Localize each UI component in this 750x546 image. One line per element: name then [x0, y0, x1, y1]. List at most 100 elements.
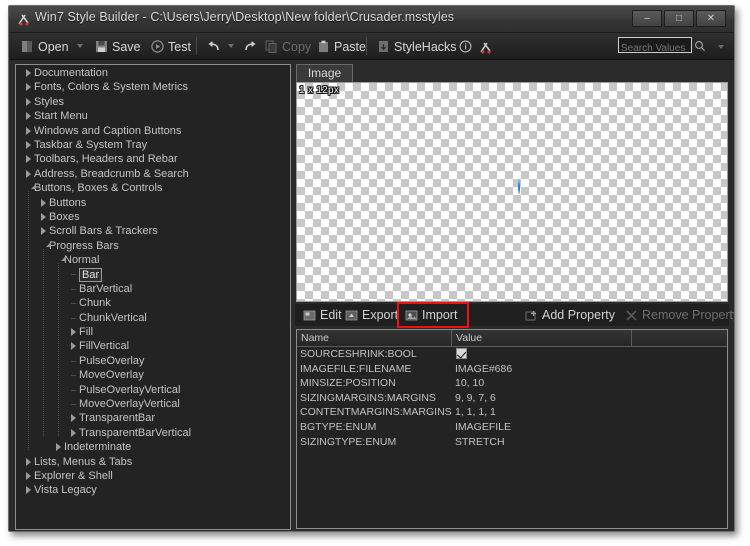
property-row[interactable]: IMAGEFILE:FILENAME IMAGE#686 — [297, 362, 727, 377]
tree-item-start-menu[interactable]: Start Menu — [16, 109, 290, 123]
chevron-down-icon[interactable] — [41, 241, 51, 247]
preview-tab-strip: Image — [295, 64, 729, 82]
minimize-button[interactable]: – — [632, 10, 662, 27]
chevron-right-icon[interactable] — [26, 486, 31, 495]
tree-item-label: TransparentBarVertical — [79, 426, 192, 439]
remove-property-button[interactable]: Remove Property — [625, 306, 734, 324]
chevron-right-icon[interactable] — [26, 126, 31, 135]
property-grid[interactable]: Name Value SOURCESHRINK:BOOL IMAGEFILE:FIL… — [296, 329, 728, 529]
search-input[interactable] — [619, 41, 691, 56]
redo-arrow-icon — [243, 40, 256, 53]
property-value[interactable]: 10, 10 — [455, 376, 484, 391]
chevron-right-icon[interactable] — [26, 69, 31, 77]
chevron-right-icon[interactable] — [41, 198, 46, 207]
undo-dropdown-caret[interactable] — [228, 44, 234, 48]
chevron-down-icon[interactable] — [56, 256, 66, 262]
tree-item-indeterminate[interactable]: Indeterminate — [16, 440, 290, 454]
tree-item-toolbars-headers-and-rebar[interactable]: Toolbars, Headers and Rebar — [16, 152, 290, 166]
tree-item-progress-bars[interactable]: Progress Bars — [16, 239, 290, 253]
chevron-right-icon[interactable] — [26, 140, 31, 149]
redo-button[interactable] — [241, 36, 258, 57]
chevron-right-icon[interactable] — [41, 227, 46, 236]
tree-item-address-breadcrumb-search[interactable]: Address, Breadcrumb & Search — [16, 167, 290, 181]
property-value[interactable]: 9, 9, 7, 6 — [455, 391, 496, 406]
chevron-right-icon[interactable] — [26, 112, 31, 121]
property-row[interactable]: BGTYPE:ENUM IMAGEFILE — [297, 420, 727, 435]
builder-tools-button[interactable] — [477, 36, 494, 57]
tree-item-scroll-bars-trackers[interactable]: Scroll Bars & Trackers — [16, 224, 290, 238]
search-values-box[interactable] — [618, 37, 692, 56]
property-row[interactable]: SOURCESHRINK:BOOL — [297, 347, 727, 362]
property-column-header[interactable]: Value — [452, 330, 482, 346]
stylehacks-icon — [377, 40, 390, 53]
add-property-button[interactable]: Add Property — [525, 306, 615, 324]
tree-item-styles[interactable]: Styles — [16, 95, 290, 109]
undo-button[interactable] — [205, 36, 222, 57]
image-preview-canvas[interactable]: 1 x 12px — [296, 82, 728, 302]
chevron-right-icon[interactable] — [71, 428, 76, 437]
search-dropdown-caret[interactable] — [718, 45, 724, 49]
copy-button[interactable]: Copy — [263, 36, 313, 57]
info-button[interactable] — [457, 36, 474, 57]
tree-leaf-dash — [71, 403, 76, 405]
property-row[interactable]: SIZINGTYPE:ENUM STRETCH — [297, 435, 727, 450]
open-dropdown-caret[interactable] — [77, 44, 83, 48]
property-column-divider[interactable] — [631, 330, 632, 346]
element-tree-panel[interactable]: Documentation Fonts, Colors & System Metr… — [15, 64, 291, 530]
property-row[interactable]: SIZINGMARGINS:MARGINS 9, 9, 7, 6 — [297, 391, 727, 406]
export-label: Export — [362, 308, 399, 322]
tree-item-label: Indeterminate — [64, 441, 132, 454]
property-value[interactable]: IMAGE#686 — [455, 362, 512, 377]
tree-item-lists-menus-tabs[interactable]: Lists, Menus & Tabs — [16, 455, 290, 469]
property-row[interactable]: MINSIZE:POSITION 10, 10 — [297, 376, 727, 391]
tree-item-buttons-boxes-controls[interactable]: Buttons, Boxes & Controls — [16, 181, 290, 195]
floppy-save-icon — [95, 40, 108, 53]
import-button[interactable]: Import — [405, 306, 457, 324]
chevron-right-icon[interactable] — [71, 414, 76, 423]
property-value[interactable]: IMAGEFILE — [455, 420, 511, 435]
property-value[interactable]: STRETCH — [455, 435, 505, 450]
chevron-down-icon[interactable] — [26, 184, 36, 190]
chevron-right-icon[interactable] — [71, 328, 76, 337]
maximize-button[interactable]: □ — [664, 10, 694, 27]
search-icon[interactable] — [694, 39, 706, 51]
paste-label: Paste — [334, 39, 366, 54]
chevron-right-icon[interactable] — [26, 155, 31, 164]
tree-item-explorer-shell[interactable]: Explorer & Shell — [16, 469, 290, 483]
property-value[interactable]: 1, 1, 1, 1 — [455, 405, 496, 420]
property-value-checkbox[interactable] — [456, 348, 467, 359]
tree-item-taskbar-system-tray[interactable]: Taskbar & System Tray — [16, 138, 290, 152]
paste-button[interactable]: Paste — [315, 36, 368, 57]
tree-item-buttons[interactable]: Buttons — [16, 196, 290, 210]
export-button[interactable]: Export — [345, 306, 398, 324]
tree-item-documentation[interactable]: Documentation — [16, 66, 290, 80]
tree-item-windows-and-caption-buttons[interactable]: Windows and Caption Buttons — [16, 124, 290, 138]
chevron-right-icon[interactable] — [41, 212, 46, 221]
chevron-right-icon[interactable] — [26, 97, 31, 106]
open-button[interactable]: Open — [19, 36, 71, 57]
tree-item-vista-legacy[interactable]: Vista Legacy — [16, 483, 290, 497]
export-image-icon — [345, 309, 358, 322]
stylehacks-button[interactable]: StyleHacks — [375, 36, 459, 57]
test-button[interactable]: Test — [149, 36, 193, 57]
close-button[interactable]: ✕ — [696, 10, 726, 27]
chevron-right-icon[interactable] — [71, 342, 76, 351]
save-button[interactable]: Save — [93, 36, 143, 57]
chevron-right-icon[interactable] — [26, 169, 31, 178]
tree-item-label: Fonts, Colors & System Metrics — [34, 81, 189, 94]
chevron-right-icon[interactable] — [26, 471, 31, 480]
property-row[interactable]: CONTENTMARGINS:MARGINS 1, 1, 1, 1 — [297, 405, 727, 420]
chevron-right-icon[interactable] — [56, 443, 61, 452]
tree-item-fonts-colors-system-metrics[interactable]: Fonts, Colors & System Metrics — [16, 80, 290, 94]
info-circle-icon — [459, 40, 472, 53]
paste-clipboard-icon — [317, 40, 330, 53]
edit-button[interactable]: Edit — [303, 306, 342, 324]
chevron-right-icon[interactable] — [26, 83, 31, 92]
tree-item-boxes[interactable]: Boxes — [16, 210, 290, 224]
property-column-divider[interactable] — [451, 330, 452, 346]
copy-label: Copy — [282, 39, 312, 54]
property-column-header[interactable]: Name — [297, 330, 329, 346]
chevron-right-icon[interactable] — [26, 457, 31, 466]
tab-image[interactable]: Image — [296, 64, 353, 82]
toolbar-separator-2 — [366, 37, 367, 55]
